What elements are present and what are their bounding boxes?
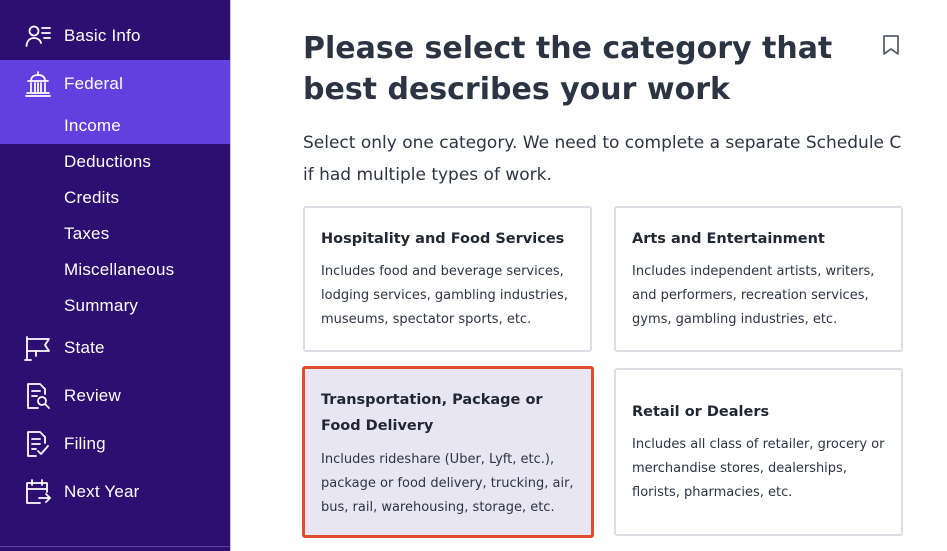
sidebar-item-filing[interactable]: Filing [0, 420, 230, 468]
sidebar-subitem-deductions[interactable]: Deductions [64, 152, 151, 172]
sidebar-item-next-year[interactable]: Next Year [0, 468, 230, 516]
card-title: Arts and Entertainment [632, 231, 825, 247]
card-title: Transportation, Package or Food Delivery [321, 392, 543, 434]
flag-icon [24, 334, 52, 362]
category-card-transportation[interactable]: Transportation, Package or Food Delivery… [302, 366, 594, 538]
sidebar: Basic Info Federal Income Deductions Cre… [0, 0, 230, 551]
category-card-hospitality[interactable]: Hospitality and Food Services Includes f… [303, 206, 592, 352]
sidebar-item-label: Federal [64, 74, 124, 93]
capitol-building-icon [24, 70, 52, 98]
sidebar-subitem-credits[interactable]: Credits [64, 188, 119, 208]
sidebar-item-label: Next Year [64, 482, 140, 501]
sidebar-item-federal[interactable]: Federal [0, 60, 230, 108]
sidebar-item-label: Review [64, 386, 121, 405]
sidebar-subitem-summary[interactable]: Summary [64, 296, 138, 316]
sidebar-subitem-miscellaneous[interactable]: Miscellaneous [64, 260, 174, 280]
sidebar-subitem-taxes[interactable]: Taxes [64, 224, 109, 244]
card-description: Includes food and beverage services, lod… [321, 264, 568, 327]
sidebar-item-label: State [64, 338, 105, 357]
sidebar-border [230, 0, 231, 551]
page-title: Please select the category that best des… [303, 31, 833, 107]
sidebar-item-label: Basic Info [64, 26, 141, 45]
user-list-icon [24, 22, 52, 50]
category-card-retail[interactable]: Retail or Dealers Includes all class of … [614, 368, 903, 536]
sidebar-item-label: Filing [64, 434, 106, 453]
sidebar-subitem-income[interactable]: Income [64, 116, 121, 136]
sidebar-item-basic-info[interactable]: Basic Info [0, 12, 230, 60]
calendar-arrow-icon [24, 478, 52, 506]
card-description: Includes independent artists, writers, a… [632, 264, 875, 327]
card-title: Hospitality and Food Services [321, 231, 565, 247]
bookmark-icon[interactable] [882, 34, 900, 56]
sidebar-item-state[interactable]: State [0, 324, 230, 372]
card-description: Includes all class of retailer, grocery … [632, 437, 885, 500]
document-check-icon [24, 430, 52, 458]
card-title: Retail or Dealers [632, 404, 770, 420]
sidebar-item-review[interactable]: Review [0, 372, 230, 420]
card-description: Includes rideshare (Uber, Lyft, etc.), p… [321, 452, 574, 515]
category-card-arts[interactable]: Arts and Entertainment Includes independ… [614, 206, 903, 352]
document-search-icon [24, 382, 52, 410]
page-subtitle: Select only one category. We need to com… [303, 133, 902, 185]
sidebar-divider [0, 546, 230, 547]
